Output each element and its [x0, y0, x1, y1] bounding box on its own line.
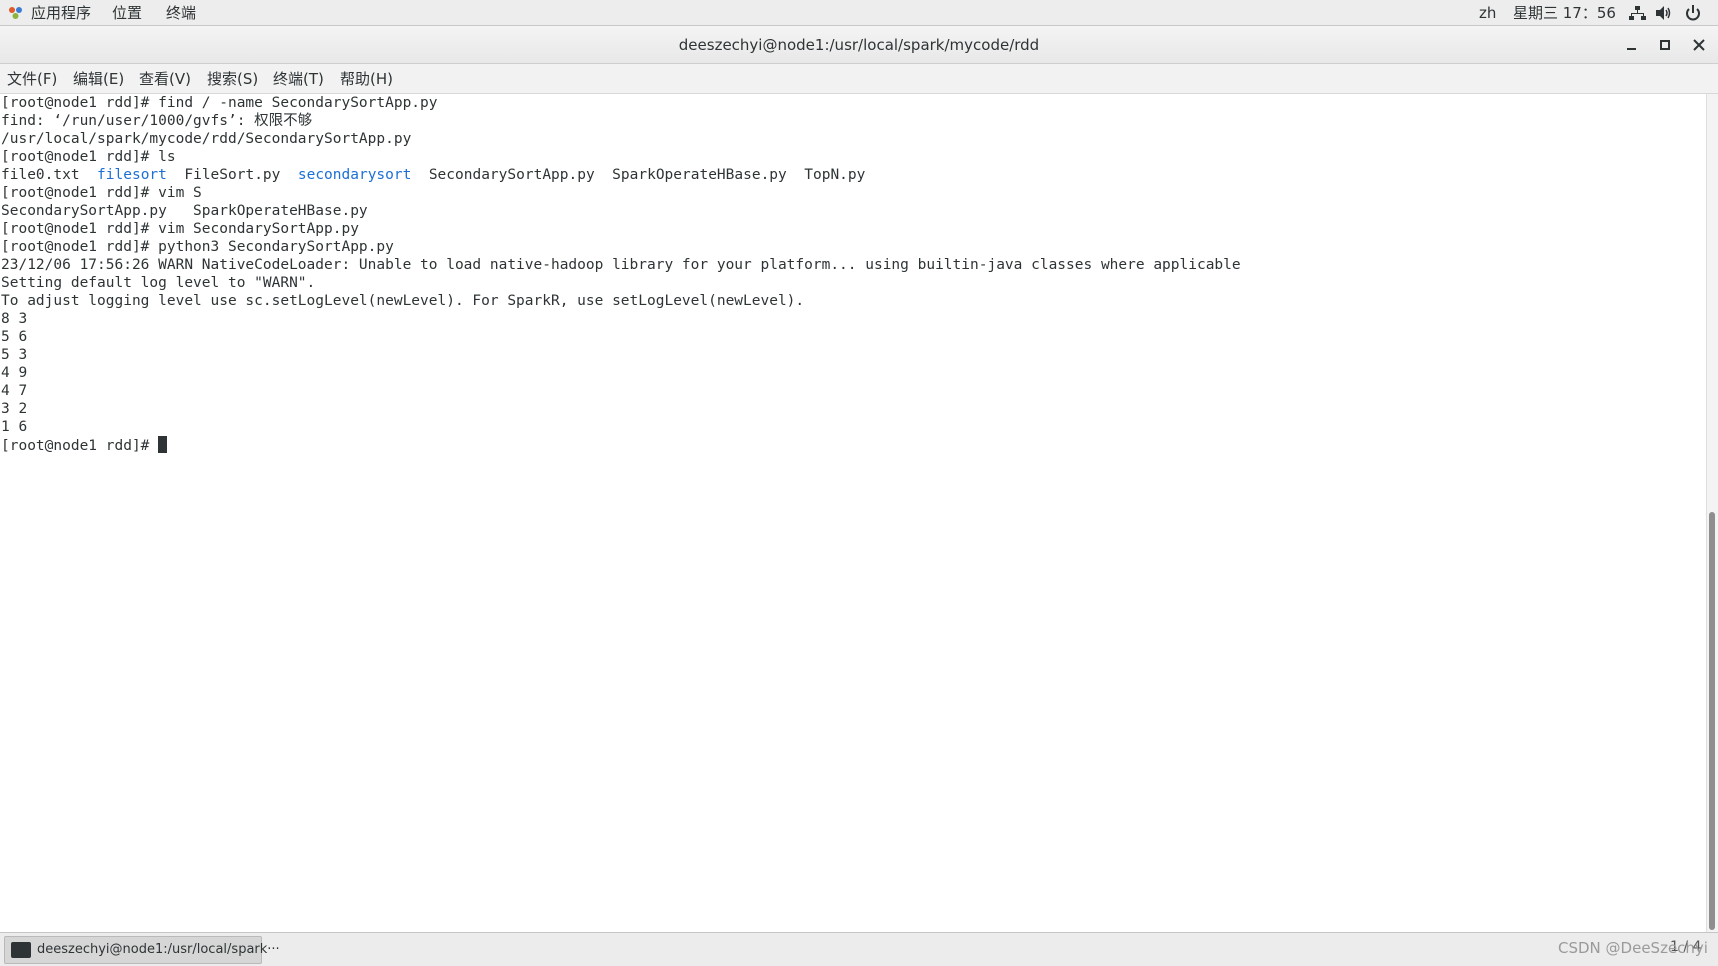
terminal-line: 4 7 [1, 383, 28, 399]
maximize-icon[interactable] [1654, 34, 1676, 56]
terminal-line: 4 9 [1, 365, 28, 381]
terminal-line: find: ‘/run/user/1000/gvfs’: 权限不够 [1, 113, 313, 129]
ls-entry-file: SecondarySortApp.py [428, 167, 595, 183]
shell-prompt: [root@node1 rdd]# [1, 438, 159, 454]
terminal-line: 1 6 [1, 419, 28, 435]
terminal-line: 5 6 [1, 329, 28, 345]
ls-entry-file: file0.txt [1, 167, 80, 183]
watermark: CSDN @DeeSzechyi [1558, 939, 1708, 957]
window-titlebar[interactable]: deeszechyi@node1:/usr/local/spark/mycode… [0, 26, 1718, 64]
menu-help[interactable]: 帮助(H) [340, 70, 393, 88]
terminal-icon [11, 942, 31, 958]
terminal-line: 8 3 [1, 311, 28, 327]
ls-entry-directory: filesort [97, 167, 167, 183]
power-icon[interactable] [1684, 4, 1702, 22]
taskbar-window-label: deeszechyi@node1:/usr/local/spark··· [37, 942, 280, 957]
places-menu[interactable]: 位置 [112, 3, 142, 23]
ls-entry-directory: secondarysort [297, 167, 412, 183]
applications-menu[interactable]: 应用程序 [31, 3, 91, 23]
clock[interactable]: 星期三 17：56 [1513, 3, 1616, 23]
prompt-line[interactable]: [root@node1 rdd]# [1, 436, 168, 454]
ls-entry-file: FileSort.py [184, 167, 281, 183]
taskbar-window-button[interactable]: deeszechyi@node1:/usr/local/spark··· [4, 936, 280, 964]
terminal-line: Setting default log level to "WARN". [1, 275, 316, 291]
terminal-line: To adjust logging level use sc.setLogLev… [1, 293, 805, 309]
close-icon[interactable] [1688, 34, 1710, 56]
bottom-taskbar: deeszechyi@node1:/usr/local/spark··· [0, 932, 1718, 966]
menubar: 文件(F) 编辑(E) 查看(V) 搜索(S) 终端(T) 帮助(H) [0, 64, 1718, 94]
terminal-line: 3 2 [1, 401, 28, 417]
terminal-output[interactable]: [root@node1 rdd]# find / -name Secondary… [0, 94, 1706, 932]
top-bar: 应用程序 位置 终端 zh 星期三 17：56 [0, 0, 1718, 26]
terminal-line: 23/12/06 17:56:26 WARN NativeCodeLoader:… [1, 257, 1241, 273]
ls-entry-file: SparkOperateHBase.py [612, 167, 787, 183]
window-title: deeszechyi@node1:/usr/local/spark/mycode… [678, 36, 1040, 54]
terminal-line: [root@node1 rdd]# ls [1, 149, 176, 165]
network-icon[interactable] [1628, 4, 1646, 22]
menu-terminal[interactable]: 终端(T) [273, 70, 324, 88]
menu-view[interactable]: 查看(V) [139, 70, 191, 88]
terminal-line: [root@node1 rdd]# python3 SecondarySortA… [1, 239, 394, 255]
apps-menu-icon[interactable] [8, 6, 23, 20]
terminal-line: /usr/local/spark/mycode/rdd/SecondarySor… [1, 131, 412, 147]
terminal-line: 5 3 [1, 347, 28, 363]
terminal-line: [root@node1 rdd]# vim SecondarySortApp.p… [1, 221, 359, 237]
ls-output-line: file0.txt filesort FileSort.py secondary… [1, 166, 865, 184]
terminal-app-menu[interactable]: 终端 [166, 3, 196, 23]
terminal-line: SecondarySortApp.py SparkOperateHBase.py [1, 203, 368, 219]
scrollbar-thumb[interactable] [1709, 512, 1715, 930]
text-cursor [158, 436, 168, 453]
terminal-line: [root@node1 rdd]# find / -name Secondary… [1, 95, 438, 111]
minimize-icon[interactable] [1621, 34, 1643, 56]
input-language-indicator[interactable]: zh [1479, 3, 1496, 23]
terminal-line: [root@node1 rdd]# vim S [1, 185, 202, 201]
menu-file[interactable]: 文件(F) [7, 70, 57, 88]
menu-search[interactable]: 搜索(S) [207, 70, 258, 88]
ls-entry-file: TopN.py [804, 167, 866, 183]
menu-edit[interactable]: 编辑(E) [73, 70, 124, 88]
volume-icon[interactable] [1654, 4, 1672, 22]
